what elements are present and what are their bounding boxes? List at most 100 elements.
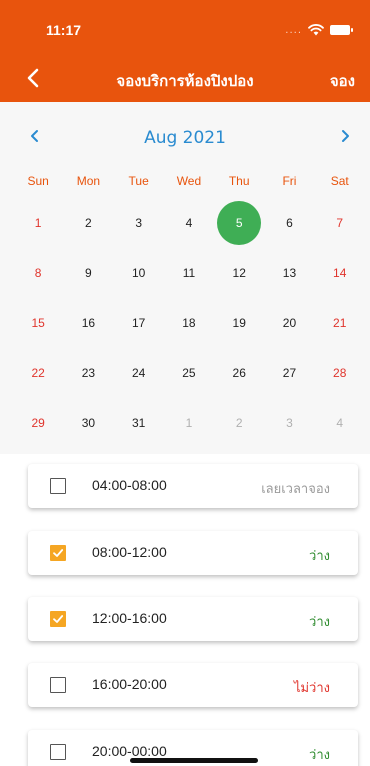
time-slot-row[interactable]: 12:00-16:00 ว่าง [28, 597, 358, 641]
nav-bar: จองบริการห้องปิงปอง จอง [0, 54, 370, 102]
calendar-day: 2 [214, 398, 264, 448]
checkbox-checked[interactable] [50, 611, 66, 627]
slot-time: 16:00-20:00 [92, 676, 167, 692]
calendar-day: 1 [164, 398, 214, 448]
day-number: 4 [185, 216, 193, 230]
calendar-day: 3 [264, 398, 314, 448]
day-number: 5 [217, 201, 262, 245]
slot-status: ว่าง [309, 549, 330, 564]
day-number: 31 [131, 416, 146, 430]
checkbox-unchecked[interactable] [50, 744, 66, 760]
home-indicator [130, 758, 258, 763]
page-title: จองบริการห้องปิงปอง [116, 72, 254, 90]
day-number: 1 [34, 216, 42, 230]
calendar-header: Aug 2021 [0, 102, 370, 150]
month-title: Aug 2021 [144, 128, 226, 148]
day-number: 27 [282, 366, 297, 380]
app-header: 11:17 .... จองบริการห้องปิงปอง จอง [0, 0, 370, 102]
day-number: 11 [182, 266, 196, 280]
weekday-label: Tue [128, 174, 149, 188]
day-number: 4 [336, 416, 344, 430]
day-number: 10 [131, 266, 146, 280]
slot-status: ไม่ว่าง [293, 681, 330, 696]
calendar-day[interactable]: 29 [13, 398, 63, 448]
calendar-day[interactable]: 14 [315, 248, 365, 298]
book-button[interactable]: จอง [330, 69, 355, 93]
day-number: 6 [286, 216, 293, 230]
calendar-day[interactable]: 7 [315, 198, 365, 248]
day-number: 8 [34, 266, 42, 280]
calendar-day[interactable]: 16 [63, 298, 113, 348]
day-number: 20 [282, 316, 297, 330]
calendar-day[interactable]: 9 [63, 248, 113, 298]
calendar-day[interactable]: 19 [214, 298, 264, 348]
slot-time: 20:00-00:00 [92, 743, 167, 759]
day-number: 25 [182, 366, 196, 380]
status-bar: 11:17 .... [0, 0, 370, 54]
calendar-day[interactable]: 30 [63, 398, 113, 448]
day-number: 9 [85, 266, 92, 280]
wifi-icon [308, 24, 324, 36]
time-slot-row[interactable]: 16:00-20:00 ไม่ว่าง [28, 663, 358, 707]
calendar-day[interactable]: 12 [214, 248, 264, 298]
calendar-day[interactable]: 3 [114, 198, 164, 248]
status-time: 11:17 [46, 22, 82, 38]
time-slot-row[interactable]: 04:00-08:00 เลยเวลาจอง [28, 464, 358, 508]
calendar-day[interactable]: 21 [315, 298, 365, 348]
calendar-day[interactable]: 22 [13, 348, 63, 398]
time-slot-row[interactable]: 08:00-12:00 ว่าง [28, 531, 358, 575]
check-icon [53, 615, 64, 623]
day-number: 3 [286, 416, 293, 430]
day-number: 15 [31, 316, 45, 330]
day-number: 7 [336, 216, 344, 230]
calendar-day[interactable]: 2 [63, 198, 113, 248]
weekday-label: Sat [330, 174, 349, 188]
weekday-label: Fri [282, 174, 297, 188]
day-number: 30 [81, 416, 96, 430]
calendar-day[interactable]: 13 [264, 248, 314, 298]
calendar-day[interactable]: 20 [264, 298, 314, 348]
calendar-day[interactable]: 24 [114, 348, 164, 398]
calendar-day[interactable]: 6 [264, 198, 314, 248]
calendar-day[interactable]: 17 [114, 298, 164, 348]
next-month-button[interactable] [338, 128, 352, 142]
time-slot-list: 04:00-08:00 เลยเวลาจอง 08:00-12:00 ว่าง 12:0… [0, 454, 370, 766]
calendar-day[interactable]: 11 [164, 248, 214, 298]
day-number: 3 [135, 216, 142, 230]
day-number: 23 [81, 366, 96, 380]
calendar-day[interactable]: 1 [13, 198, 63, 248]
day-number: 2 [235, 416, 243, 430]
calendar: Aug 2021 Sun Mon Tue Wed Thu Fri Sat 123456789… [0, 102, 370, 454]
calendar-day[interactable]: 26 [214, 348, 264, 398]
slot-status: ว่าง [309, 615, 330, 630]
day-number: 24 [131, 366, 146, 380]
calendar-day[interactable]: 18 [164, 298, 214, 348]
slot-time: 08:00-12:00 [92, 544, 167, 560]
calendar-day-selected[interactable]: 5 [214, 198, 264, 248]
calendar-day[interactable]: 8 [13, 248, 63, 298]
status-icons: .... [285, 24, 353, 36]
day-number: 22 [31, 366, 45, 380]
slot-time: 12:00-16:00 [92, 610, 167, 626]
calendar-day[interactable]: 15 [13, 298, 63, 348]
checkbox-checked[interactable] [50, 545, 66, 561]
day-number: 17 [131, 316, 146, 330]
calendar-day[interactable]: 27 [264, 348, 314, 398]
checkbox-unchecked[interactable] [50, 478, 66, 494]
calendar-day[interactable]: 31 [114, 398, 164, 448]
calendar-day[interactable]: 10 [114, 248, 164, 298]
calendar-day[interactable]: 4 [164, 198, 214, 248]
checkbox-unchecked[interactable] [50, 677, 66, 693]
day-number: 18 [182, 316, 196, 330]
weekday-label: Wed [176, 174, 202, 188]
day-number: 14 [333, 266, 347, 280]
slot-time: 04:00-08:00 [92, 477, 167, 493]
weekday-label: Mon [76, 174, 101, 188]
calendar-day[interactable]: 25 [164, 348, 214, 398]
weekday-header: Sun Mon Tue Wed Thu Fri Sat [13, 174, 365, 188]
weekday-label: Thu [228, 174, 250, 188]
slot-status: ว่าง [309, 748, 330, 763]
calendar-day[interactable]: 23 [63, 348, 113, 398]
calendar-day[interactable]: 28 [315, 348, 365, 398]
weekday-label: Sun [27, 174, 49, 188]
